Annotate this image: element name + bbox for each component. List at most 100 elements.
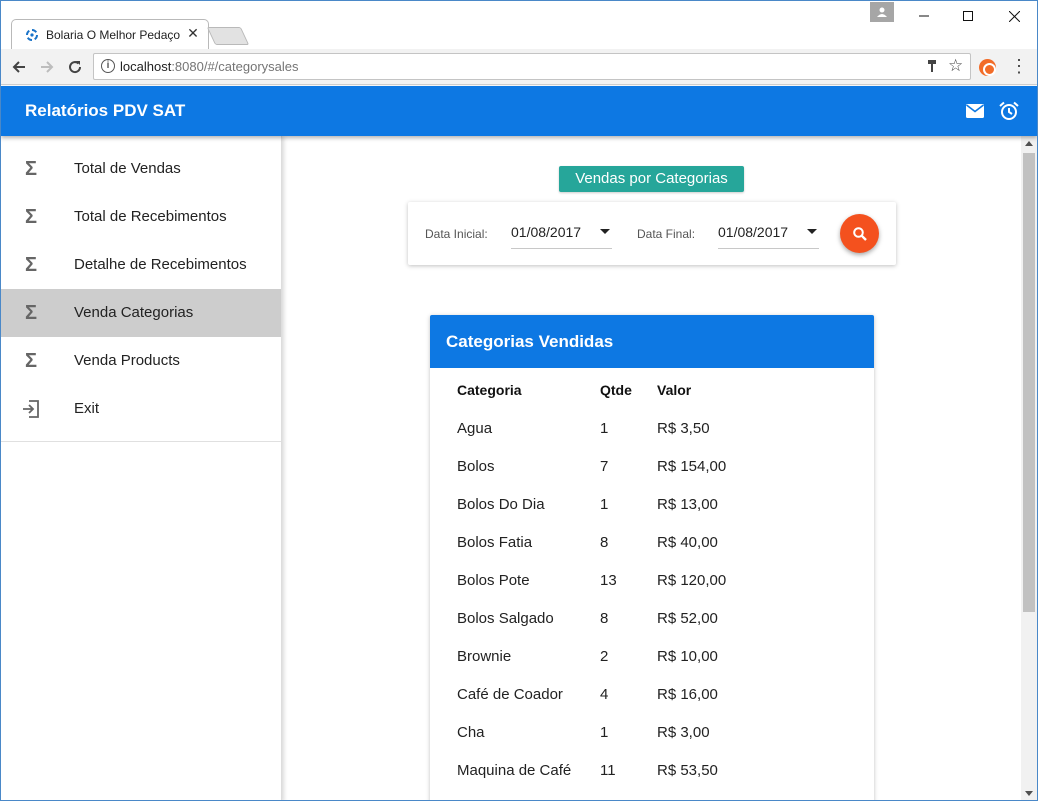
- table-header-row: Categoria Qtde Valor: [457, 382, 857, 420]
- info-icon[interactable]: i: [101, 59, 115, 73]
- start-date-value: 01/08/2017: [511, 224, 582, 240]
- cell-qtde: 1: [600, 724, 609, 741]
- profile-icon[interactable]: [870, 2, 894, 22]
- maximize-button[interactable]: [945, 1, 991, 31]
- cell-categoria: Bolos: [457, 458, 495, 475]
- new-tab-button[interactable]: [206, 27, 250, 45]
- search-button[interactable]: [840, 214, 879, 253]
- categories-table-card: Categorias Vendidas Categoria Qtde Valor…: [430, 315, 874, 800]
- browser-menu-icon[interactable]: ⋮: [1009, 55, 1029, 79]
- cell-qtde: 1: [600, 420, 609, 437]
- scroll-down-arrow-icon[interactable]: [1025, 791, 1033, 796]
- sidebar-item-label: Venda Categorias: [74, 304, 194, 321]
- cell-qtde: 13: [600, 572, 617, 589]
- table-row: Agua 1 R$ 3,50: [457, 420, 857, 458]
- start-date-select[interactable]: 01/08/2017: [511, 216, 612, 249]
- table-row: Bolos Do Dia 1 R$ 13,00: [457, 496, 857, 534]
- table-title: Categorias Vendidas: [446, 332, 614, 351]
- column-header-qtde: Qtde: [600, 382, 632, 398]
- sigma-icon: Σ: [24, 350, 37, 372]
- sidebar-item-exit[interactable]: Exit: [1, 385, 281, 433]
- cell-valor: R$ 52,00: [657, 610, 718, 627]
- cell-qtde: 1: [600, 496, 609, 513]
- url-text: localhost:8080/#/categorysales: [120, 59, 299, 74]
- browser-window: Bolaria O Melhor Pedaço ✕ i localhost:80…: [0, 0, 1038, 801]
- sidebar-item-venda-categorias[interactable]: Σ Venda Categorias: [1, 289, 281, 337]
- end-date-select[interactable]: 01/08/2017: [718, 216, 819, 249]
- table-row: Brownie 2 R$ 10,00: [457, 648, 857, 686]
- sidebar-item-detalhe-de-recebimentos[interactable]: Σ Detalhe de Recebimentos: [1, 241, 281, 289]
- categories-table: Categoria Qtde Valor Agua 1 R$ 3,50 Bolo…: [457, 382, 857, 800]
- tab-strip: Bolaria O Melhor Pedaço ✕: [1, 1, 1037, 49]
- cell-valor: R$ 16,00: [657, 686, 718, 703]
- sidebar: Σ Total de Vendas Σ Total de Recebimento…: [1, 136, 282, 800]
- column-header-valor: Valor: [657, 382, 692, 398]
- sigma-icon: Σ: [24, 206, 37, 228]
- table-row: Café de Coador 4 R$ 16,00: [457, 686, 857, 724]
- app-favicon-icon: [26, 29, 38, 41]
- sigma-icon: Σ: [24, 158, 37, 180]
- app-bar: Relatórios PDV SAT: [1, 86, 1037, 136]
- browser-tab[interactable]: Bolaria O Melhor Pedaço ✕: [11, 19, 209, 49]
- address-bar[interactable]: i localhost:8080/#/categorysales ☆: [93, 53, 971, 80]
- cell-qtde: 8: [600, 534, 609, 551]
- cell-qtde: 11: [600, 762, 616, 779]
- sidebar-item-label: Total de Vendas: [74, 160, 181, 177]
- key-icon[interactable]: [926, 59, 938, 73]
- browser-toolbar: i localhost:8080/#/categorysales ☆ ⋮: [1, 49, 1037, 85]
- sidebar-item-total-de-vendas[interactable]: Σ Total de Vendas: [1, 145, 281, 193]
- sigma-icon: Σ: [24, 254, 37, 276]
- search-icon: [852, 226, 867, 241]
- filter-card: Data Inicial: 01/08/2017 Data Final: 01/…: [408, 202, 896, 265]
- cell-categoria: Maquina de Café: [457, 762, 572, 779]
- extension-icon[interactable]: [979, 59, 996, 76]
- close-tab-icon[interactable]: ✕: [186, 25, 200, 42]
- close-window-button[interactable]: [991, 1, 1037, 31]
- cell-valor: R$ 13,00: [657, 496, 718, 513]
- sidebar-nav: Σ Total de Vendas Σ Total de Recebimento…: [1, 145, 281, 442]
- column-header-categoria: Categoria: [457, 382, 522, 398]
- bookmark-star-icon[interactable]: ☆: [948, 56, 963, 76]
- app-title: Relatórios PDV SAT: [25, 101, 186, 120]
- cell-categoria: Café de Coador: [457, 686, 563, 703]
- sidebar-item-venda-products[interactable]: Σ Venda Products: [1, 337, 281, 385]
- cell-valor: R$ 154,00: [657, 458, 727, 475]
- cell-valor: R$ 10,00: [657, 648, 718, 665]
- cell-valor: R$ 40,00: [657, 534, 718, 551]
- table-header: Categorias Vendidas: [430, 315, 874, 368]
- cell-valor: R$ 120,00: [657, 572, 727, 589]
- exit-icon: [23, 400, 39, 418]
- scrollbar-thumb[interactable]: [1023, 153, 1035, 612]
- sidebar-item-label: Exit: [74, 400, 100, 417]
- cell-categoria: Brownie: [457, 648, 512, 665]
- cell-categoria: Cha: [457, 724, 485, 741]
- cell-qtde: 8: [600, 610, 609, 627]
- tab-title: Bolaria O Melhor Pedaço: [46, 28, 181, 42]
- cell-categoria: Agua: [457, 420, 493, 437]
- forward-button[interactable]: [35, 55, 59, 79]
- url-host: localhost: [120, 59, 172, 74]
- end-date-label: Data Final:: [637, 227, 696, 241]
- cell-categoria: Bolos Pote: [457, 572, 530, 589]
- cell-valor: R$ 3,00: [657, 724, 710, 741]
- cell-qtde: 4: [600, 686, 609, 703]
- alarm-icon[interactable]: [998, 100, 1020, 122]
- table-row: Cha 1 R$ 3,00: [457, 724, 857, 762]
- page-title: Vendas por Categorias: [559, 166, 744, 192]
- start-date-label: Data Inicial:: [425, 227, 488, 241]
- cell-qtde: 2: [600, 648, 609, 665]
- table-row: Bolos Pote 13 R$ 120,00: [457, 572, 857, 610]
- sidebar-item-label: Total de Recebimentos: [74, 208, 227, 225]
- sidebar-item-total-de-recebimentos[interactable]: Σ Total de Recebimentos: [1, 193, 281, 241]
- cell-qtde: 7: [600, 458, 609, 475]
- page-scrollbar[interactable]: [1021, 136, 1037, 800]
- sidebar-item-label: Venda Products: [74, 352, 180, 369]
- cell-valor: R$ 3,50: [657, 420, 710, 437]
- table-row: Bolos Fatia 8 R$ 40,00: [457, 534, 857, 572]
- back-button[interactable]: [7, 55, 31, 79]
- mail-icon[interactable]: [965, 103, 985, 119]
- cell-categoria: Bolos Fatia: [457, 534, 533, 551]
- scroll-up-arrow-icon[interactable]: [1025, 141, 1033, 146]
- reload-button[interactable]: [63, 55, 87, 79]
- minimize-button[interactable]: [901, 1, 947, 31]
